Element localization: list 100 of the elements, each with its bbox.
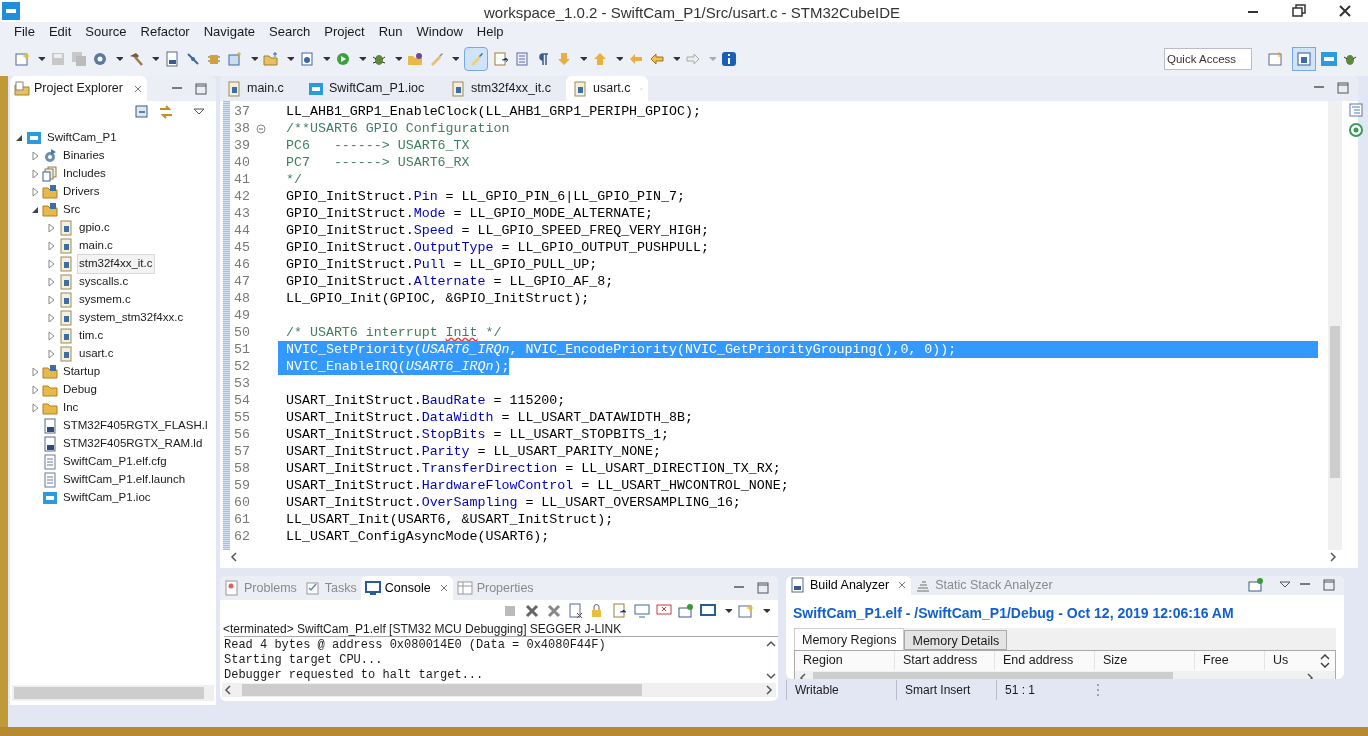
collapsed-arrow-icon[interactable] [46, 348, 56, 360]
pin-icon[interactable] [678, 603, 694, 619]
maximize-icon[interactable] [756, 582, 770, 594]
menu-item[interactable]: Help [476, 22, 504, 42]
menu-item[interactable]: Refactor [140, 22, 190, 42]
collapsed-arrow-icon[interactable] [46, 258, 56, 270]
menu-item[interactable]: Source [85, 22, 127, 42]
column-header[interactable]: Free [1195, 651, 1265, 671]
collapse-all-icon[interactable] [134, 104, 150, 120]
block-icon[interactable] [514, 51, 530, 67]
view-tab[interactable]: Build Analyzer [786, 576, 912, 595]
collapsed-arrow-icon[interactable] [30, 150, 40, 162]
collapsed-arrow-icon[interactable] [30, 384, 40, 396]
gear-icon[interactable] [92, 51, 108, 67]
tree-item[interactable]: SwiftCam_P1.ioc [61, 488, 153, 508]
run-icon[interactable] [335, 51, 351, 67]
new-folder-icon[interactable] [263, 51, 279, 67]
vertical-scrollbar[interactable] [1328, 101, 1342, 550]
probe-icon[interactable] [185, 51, 201, 67]
document-icon[interactable] [493, 51, 509, 67]
remove-all-icon[interactable] [546, 603, 562, 619]
collapse-fold-icon[interactable] [256, 123, 266, 134]
tree-item[interactable]: Binaries [61, 146, 107, 166]
tree-item[interactable]: Debug [61, 380, 99, 400]
info-icon[interactable] [721, 51, 737, 67]
back-icon[interactable] [649, 51, 665, 67]
scroll-left-icon[interactable] [799, 671, 809, 680]
scroll-down-icon[interactable] [765, 671, 777, 681]
perspective-button[interactable] [1292, 47, 1316, 71]
collapsed-arrow-icon[interactable] [46, 222, 56, 234]
sort-icon[interactable] [1319, 653, 1331, 668]
editor-tab[interactable]: usart.c [566, 76, 648, 101]
forward-icon[interactable] [685, 51, 701, 67]
menu-item[interactable]: File [14, 22, 35, 42]
collapsed-arrow-icon[interactable] [46, 312, 56, 324]
grip-icon[interactable] [1096, 682, 1100, 698]
tree-item[interactable]: STM32F405RGTX_FLASH.l [61, 416, 210, 436]
scroll-left-icon[interactable] [224, 684, 234, 696]
tree-item[interactable]: tim.c [77, 326, 106, 346]
remove-icon[interactable] [524, 603, 540, 619]
view-tab[interactable]: Project Explorer [10, 76, 147, 101]
tree-item[interactable]: sysmem.c [77, 290, 133, 310]
scrollbar-thumb[interactable] [813, 671, 1173, 680]
scroll-left-icon[interactable] [230, 551, 240, 563]
tree-item[interactable]: gpio.c [77, 218, 112, 238]
maximize-icon[interactable] [1336, 82, 1350, 94]
menu-item[interactable]: Window [416, 22, 463, 42]
clear-console-icon[interactable] [568, 603, 584, 619]
view-tab[interactable]: Console [360, 576, 453, 600]
collapsed-arrow-icon[interactable] [30, 186, 40, 198]
editor-tab[interactable]: SwiftCam_P1.ioc [302, 76, 444, 101]
menu-item[interactable]: Search [269, 22, 311, 42]
memory-tab[interactable]: Memory Details [904, 629, 1008, 650]
tree-item[interactable]: stm32f4xx_it.c [77, 254, 155, 274]
scroll-right-icon[interactable] [1305, 671, 1315, 680]
tree-item[interactable]: Startup [61, 362, 103, 382]
tree-item[interactable]: syscalls.c [77, 272, 131, 292]
column-header[interactable]: Us [1265, 651, 1289, 671]
tree-item[interactable]: Includes [61, 164, 108, 184]
quick-access-field[interactable]: Quick Access [1164, 48, 1252, 70]
monitor-icon[interactable] [700, 603, 716, 619]
tree-item[interactable]: SwiftCam_P1.elf.launch [61, 470, 188, 490]
tree-item[interactable]: Src [61, 200, 83, 220]
scroll-up-icon[interactable] [765, 639, 777, 649]
binary-document-icon[interactable] [164, 51, 180, 67]
collapsed-arrow-icon[interactable] [30, 366, 40, 378]
collapsed-arrow-icon[interactable] [46, 330, 56, 342]
menu-item[interactable]: Edit [48, 22, 72, 42]
column-header[interactable]: Start address [895, 651, 995, 671]
output-monitor-icon[interactable] [634, 603, 650, 619]
collapsed-arrow-icon[interactable] [46, 294, 56, 306]
column-header[interactable]: End address [995, 651, 1095, 671]
chip-perspective-icon[interactable] [1321, 51, 1337, 67]
highlight-toggle[interactable] [464, 47, 488, 71]
editor-tab[interactable]: main.c [220, 76, 302, 101]
scrollbar-thumb[interactable] [242, 684, 642, 696]
new-icon[interactable] [14, 51, 30, 67]
pin-icon[interactable] [1248, 577, 1264, 594]
tree-item[interactable]: SwiftCam_P1 [45, 128, 119, 148]
restore-icon[interactable] [1290, 2, 1308, 20]
menu-item[interactable]: Run [378, 22, 403, 42]
tree-item[interactable]: SwiftCam_P1.elf.cfg [61, 452, 169, 472]
collapsed-arrow-icon[interactable] [46, 240, 56, 252]
scrollbar-thumb[interactable] [14, 687, 204, 699]
column-header[interactable]: Region [795, 651, 895, 671]
memory-tab[interactable]: Memory Regions [794, 627, 905, 650]
editor-tab[interactable]: stm32f4xx_it.c [444, 76, 566, 101]
link-arrows-icon[interactable] [158, 104, 174, 120]
menu-item[interactable]: Navigate [203, 22, 255, 42]
maximize-icon[interactable] [1322, 579, 1336, 592]
tree-item[interactable]: usart.c [77, 344, 116, 364]
collapsed-arrow-icon[interactable] [30, 168, 40, 180]
hammer-icon[interactable] [128, 51, 144, 67]
tree-item[interactable]: main.c [77, 236, 115, 256]
new-class-icon[interactable] [299, 51, 315, 67]
open-perspective-icon[interactable] [1267, 51, 1283, 67]
outline-icon[interactable] [1348, 102, 1364, 118]
scroll-right-icon[interactable] [1328, 551, 1338, 563]
tree-item[interactable]: system_stm32f4xx.c [77, 308, 186, 328]
scroll-right-icon[interactable] [764, 684, 774, 696]
